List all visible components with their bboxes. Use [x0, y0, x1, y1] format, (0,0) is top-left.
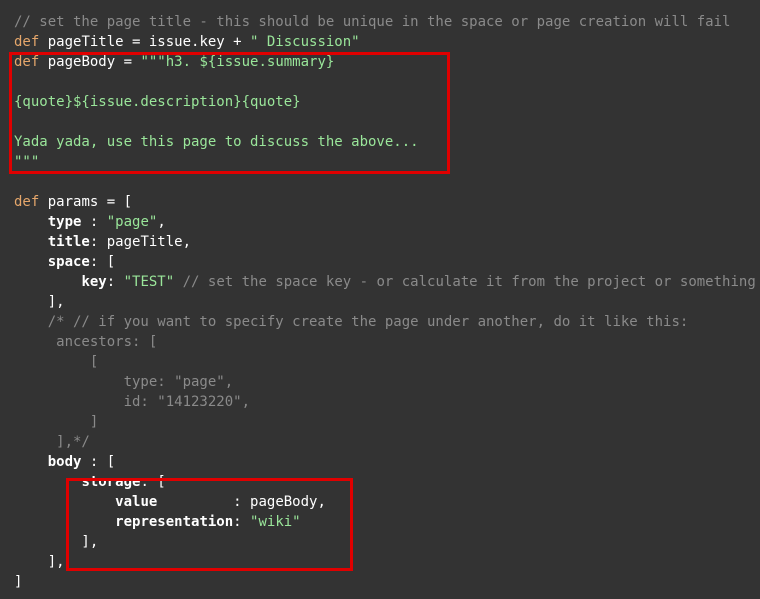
code-token: ],*/: [14, 434, 90, 450]
code-line: ]: [14, 412, 756, 432]
code-line: Yada yada, use this page to discuss the …: [14, 132, 756, 152]
code-token: type: [47, 214, 82, 230]
code-token: Yada yada, use this page to discuss the …: [14, 134, 419, 150]
code-line: ​: [14, 172, 756, 192]
code-token: pageBody =: [39, 54, 141, 70]
code-line: ​: [14, 72, 756, 92]
code-token: : pageBody,: [157, 494, 326, 510]
code-token: // set the page title - this should be u…: [14, 14, 731, 30]
code-token: ,: [157, 214, 166, 230]
code-token: : [: [89, 254, 116, 270]
code-line: def pageTitle = issue.key + " Discussion…: [14, 32, 756, 52]
code-token: def: [14, 34, 40, 50]
code-token: id: "14123220",: [14, 394, 251, 410]
code-token: ]: [14, 414, 99, 430]
code-line: ],: [14, 552, 756, 572]
code-token: type: "page",: [14, 374, 234, 390]
code-line: type: "page",: [14, 372, 756, 392]
code-token: : [: [81, 454, 116, 470]
code-token: def: [14, 54, 40, 70]
code-block: // set the page title - this should be u…: [14, 12, 756, 592]
code-token: pageTitle = issue.key +: [39, 34, 251, 50]
code-token: // set the space key - or calculate it f…: [174, 274, 756, 290]
code-line: """: [14, 152, 756, 172]
code-token: :: [106, 274, 124, 290]
code-token: :: [233, 514, 251, 530]
code-token: """: [14, 154, 40, 170]
code-token: space: [47, 254, 90, 270]
code-token: {quote}${issue.description}{quote}: [14, 94, 301, 110]
code-line: ]: [14, 572, 756, 592]
code-token: value: [115, 494, 158, 510]
code-token: :: [81, 214, 107, 230]
code-line: // set the page title - this should be u…: [14, 12, 756, 32]
code-line: body : [: [14, 452, 756, 472]
code-line: representation: "wiki": [14, 512, 756, 532]
code-line: id: "14123220",: [14, 392, 756, 412]
code-token: : pageTitle,: [89, 234, 192, 250]
code-token: """h3. ${issue.summary}: [140, 54, 335, 70]
code-token: [: [14, 354, 99, 370]
code-token: ],: [14, 534, 99, 550]
code-token: ],: [14, 294, 65, 310]
code-line: type : "page",: [14, 212, 756, 232]
code-token: " Discussion": [250, 34, 360, 50]
code-line: title: pageTitle,: [14, 232, 756, 252]
code-token: title: [47, 234, 90, 250]
code-line: ancestors: [: [14, 332, 756, 352]
code-line: def pageBody = """h3. ${issue.summary}: [14, 52, 756, 72]
code-token: /* // if you want to specify create the …: [14, 314, 689, 330]
code-line: key: "TEST" // set the space key - or ca…: [14, 272, 756, 292]
code-token: ]: [14, 574, 23, 590]
code-token: representation: [115, 514, 234, 530]
code-line: storage: [: [14, 472, 756, 492]
code-editor[interactable]: // set the page title - this should be u…: [0, 0, 760, 599]
code-token: : [: [140, 474, 166, 490]
code-line: def params = [: [14, 192, 756, 212]
code-line: ],*/: [14, 432, 756, 452]
code-line: space: [: [14, 252, 756, 272]
code-token: ancestors: [: [14, 334, 158, 350]
code-token: ],: [14, 554, 65, 570]
code-token: "page": [106, 214, 158, 230]
code-token: params = [: [39, 194, 133, 210]
code-line: ],: [14, 292, 756, 312]
code-token: "TEST": [123, 274, 175, 290]
code-line: /* // if you want to specify create the …: [14, 312, 756, 332]
code-line: value : pageBody,: [14, 492, 756, 512]
code-line: {quote}${issue.description}{quote}: [14, 92, 756, 112]
code-line: ],: [14, 532, 756, 552]
code-line: ​: [14, 112, 756, 132]
code-token: key: [81, 274, 107, 290]
code-line: [: [14, 352, 756, 372]
code-token: storage: [81, 474, 141, 490]
code-token: body: [47, 454, 82, 470]
code-token: "wiki": [250, 514, 301, 530]
code-token: def: [14, 194, 40, 210]
